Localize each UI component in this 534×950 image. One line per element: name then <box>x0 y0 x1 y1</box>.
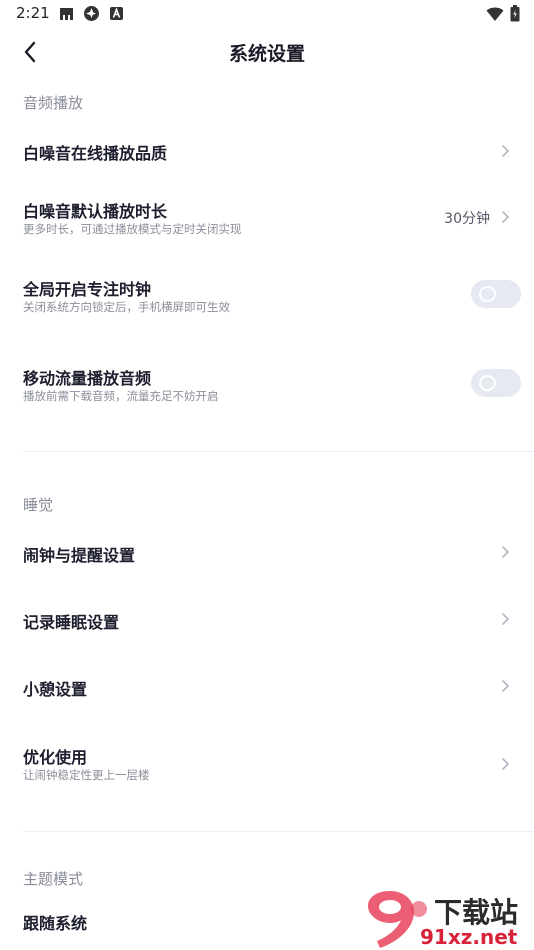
duration-value: 30分钟 <box>444 211 490 227</box>
setting-mobile-data: 移动流量播放音频 播放前需下载音频，流量充足不妨开启 <box>0 350 534 418</box>
section-divider <box>23 831 534 832</box>
setting-online-quality[interactable]: 白噪音在线播放品质 <box>0 118 534 182</box>
chevron-right-icon <box>502 758 510 770</box>
setting-title: 移动流量播放音频 <box>23 369 152 388</box>
setting-title: 闹钟与提醒设置 <box>23 546 136 565</box>
font-notification-icon <box>110 7 123 20</box>
setting-title: 优化使用 <box>23 748 88 767</box>
setting-subtitle: 关闭系统方向锁定后，手机横屏即可生效 <box>23 300 230 314</box>
setting-title: 白噪音默认播放时长 <box>23 202 168 221</box>
setting-default-duration[interactable]: 白噪音默认播放时长 更多时长，可通过播放模式与定时关闭实现 30分钟 <box>0 184 534 252</box>
toggle-knob <box>479 375 496 391</box>
status-bar: 2:21 <box>0 0 534 28</box>
chevron-right-icon <box>502 145 510 157</box>
status-notification-icons <box>58 5 125 22</box>
toggle-knob <box>479 286 496 302</box>
setting-title: 全局开启专注时钟 <box>23 280 152 299</box>
setting-nap[interactable]: 小憩设置 <box>0 654 534 718</box>
section-title-theme: 主题模式 <box>23 870 84 888</box>
app-bar: 系统设置 <box>0 28 534 76</box>
setting-subtitle: 更多时长，可通过播放模式与定时关闭实现 <box>23 222 242 236</box>
setting-title: 小憩设置 <box>23 680 88 699</box>
chevron-right-icon <box>502 680 510 692</box>
page-title: 系统设置 <box>228 43 305 65</box>
setting-title: 跟随系统 <box>23 914 88 933</box>
setting-subtitle: 播放前需下载音频，流量充足不妨开启 <box>23 389 219 403</box>
app-notification-icon <box>60 8 73 20</box>
section-divider <box>23 451 534 452</box>
wifi-icon <box>486 7 504 21</box>
chevron-right-icon <box>502 613 510 625</box>
focus-clock-toggle[interactable] <box>471 280 521 308</box>
setting-sleep-record[interactable]: 记录睡眠设置 <box>0 587 534 651</box>
mobile-data-toggle[interactable] <box>471 369 521 397</box>
photo-notification-icon <box>84 6 99 21</box>
setting-focus-clock: 全局开启专注时钟 关闭系统方向锁定后，手机横屏即可生效 <box>0 262 534 330</box>
setting-title: 记录睡眠设置 <box>23 613 120 632</box>
section-title-audio: 音频播放 <box>23 94 84 112</box>
section-title-sleep: 睡觉 <box>23 496 54 514</box>
status-system-icons <box>486 5 520 22</box>
battery-icon <box>510 5 520 22</box>
status-time: 2:21 <box>16 4 50 22</box>
setting-subtitle: 让闹钟稳定性更上一层楼 <box>23 768 150 782</box>
setting-optimize[interactable]: 优化使用 让闹钟稳定性更上一层楼 <box>0 730 534 798</box>
chevron-right-icon <box>502 546 510 558</box>
chevron-right-icon <box>502 211 510 223</box>
setting-title: 白噪音在线播放品质 <box>23 144 168 163</box>
setting-alarm-reminder[interactable]: 闹钟与提醒设置 <box>0 520 534 584</box>
watermark-sub-text: 91xz.net <box>420 925 518 949</box>
